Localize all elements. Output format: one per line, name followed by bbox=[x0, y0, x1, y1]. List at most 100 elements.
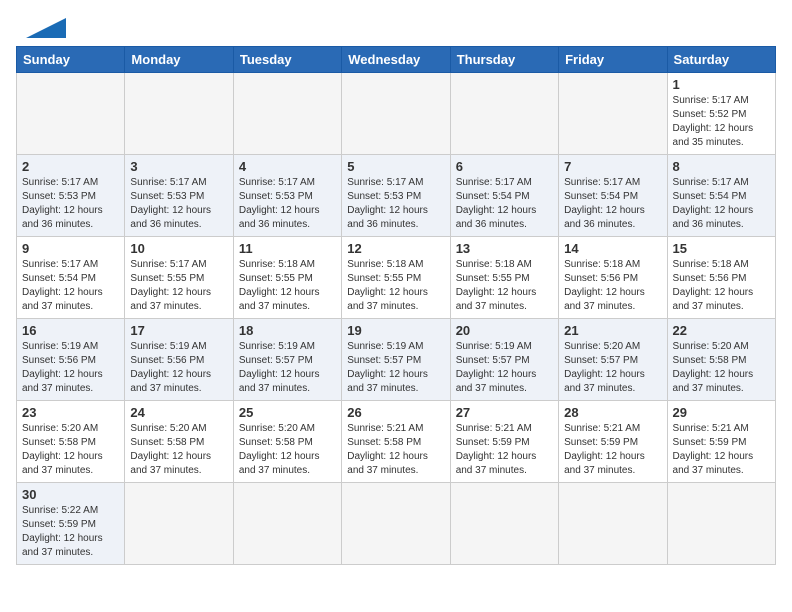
calendar-cell bbox=[667, 483, 775, 565]
day-number: 12 bbox=[347, 241, 444, 256]
day-info: Sunrise: 5:17 AM Sunset: 5:53 PM Dayligh… bbox=[130, 176, 227, 232]
calendar-cell: 28 Sunrise: 5:21 AM Sunset: 5:59 PM Dayli… bbox=[559, 401, 667, 483]
calendar-cell: 11 Sunrise: 5:18 AM Sunset: 5:55 PM Dayli… bbox=[233, 237, 341, 319]
weekday-header-thursday: Thursday bbox=[450, 47, 558, 73]
calendar-cell bbox=[450, 73, 558, 155]
day-number: 15 bbox=[673, 241, 770, 256]
day-info: Sunrise: 5:19 AM Sunset: 5:56 PM Dayligh… bbox=[130, 340, 227, 396]
calendar-cell: 3 Sunrise: 5:17 AM Sunset: 5:53 PM Daylig… bbox=[125, 155, 233, 237]
calendar-cell: 4 Sunrise: 5:17 AM Sunset: 5:53 PM Daylig… bbox=[233, 155, 341, 237]
calendar-cell: 14 Sunrise: 5:18 AM Sunset: 5:56 PM Dayli… bbox=[559, 237, 667, 319]
weekday-header-monday: Monday bbox=[125, 47, 233, 73]
calendar-cell bbox=[450, 483, 558, 565]
day-number: 4 bbox=[239, 159, 336, 174]
calendar-cell: 17 Sunrise: 5:19 AM Sunset: 5:56 PM Dayli… bbox=[125, 319, 233, 401]
calendar-week-row: 30 Sunrise: 5:22 AM Sunset: 5:59 PM Dayli… bbox=[17, 483, 776, 565]
day-info: Sunrise: 5:20 AM Sunset: 5:57 PM Dayligh… bbox=[564, 340, 661, 396]
calendar-cell bbox=[233, 483, 341, 565]
day-number: 22 bbox=[673, 323, 770, 338]
calendar-cell: 29 Sunrise: 5:21 AM Sunset: 5:59 PM Dayli… bbox=[667, 401, 775, 483]
day-info: Sunrise: 5:19 AM Sunset: 5:57 PM Dayligh… bbox=[347, 340, 444, 396]
day-number: 20 bbox=[456, 323, 553, 338]
calendar-cell: 12Sunrise: 5:18 AM Sunset: 5:55 PM Dayli… bbox=[342, 237, 450, 319]
day-number: 1 bbox=[673, 77, 770, 92]
calendar-cell: 16 Sunrise: 5:19 AM Sunset: 5:56 PM Dayli… bbox=[17, 319, 125, 401]
calendar-table: SundayMondayTuesdayWednesdayThursdayFrid… bbox=[16, 46, 776, 565]
day-info: Sunrise: 5:21 AM Sunset: 5:59 PM Dayligh… bbox=[564, 422, 661, 478]
day-info: Sunrise: 5:20 AM Sunset: 5:58 PM Dayligh… bbox=[239, 422, 336, 478]
weekday-header-friday: Friday bbox=[559, 47, 667, 73]
calendar-cell: 9Sunrise: 5:17 AM Sunset: 5:54 PM Daylig… bbox=[17, 237, 125, 319]
day-info: Sunrise: 5:17 AM Sunset: 5:52 PM Dayligh… bbox=[673, 94, 770, 150]
day-number: 26 bbox=[347, 405, 444, 420]
day-number: 17 bbox=[130, 323, 227, 338]
day-number: 29 bbox=[673, 405, 770, 420]
weekday-header-row: SundayMondayTuesdayWednesdayThursdayFrid… bbox=[17, 47, 776, 73]
calendar-cell: 15 Sunrise: 5:18 AM Sunset: 5:56 PM Dayli… bbox=[667, 237, 775, 319]
calendar-cell bbox=[342, 483, 450, 565]
day-number: 24 bbox=[130, 405, 227, 420]
day-info: Sunrise: 5:21 AM Sunset: 5:58 PM Dayligh… bbox=[347, 422, 444, 478]
calendar-cell bbox=[125, 73, 233, 155]
calendar-cell: 27 Sunrise: 5:21 AM Sunset: 5:59 PM Dayli… bbox=[450, 401, 558, 483]
calendar-cell: 13Sunrise: 5:18 AM Sunset: 5:55 PM Dayli… bbox=[450, 237, 558, 319]
calendar-week-row: 1 Sunrise: 5:17 AM Sunset: 5:52 PM Daylig… bbox=[17, 73, 776, 155]
day-info: Sunrise: 5:21 AM Sunset: 5:59 PM Dayligh… bbox=[673, 422, 770, 478]
calendar-cell: 25 Sunrise: 5:20 AM Sunset: 5:58 PM Dayli… bbox=[233, 401, 341, 483]
day-number: 27 bbox=[456, 405, 553, 420]
day-number: 3 bbox=[130, 159, 227, 174]
calendar-cell bbox=[125, 483, 233, 565]
day-info: Sunrise: 5:17 AM Sunset: 5:53 PM Dayligh… bbox=[239, 176, 336, 232]
calendar-cell: 19 Sunrise: 5:19 AM Sunset: 5:57 PM Dayli… bbox=[342, 319, 450, 401]
day-number: 8 bbox=[673, 159, 770, 174]
calendar-week-row: 16 Sunrise: 5:19 AM Sunset: 5:56 PM Dayli… bbox=[17, 319, 776, 401]
day-number: 16 bbox=[22, 323, 119, 338]
day-info: Sunrise: 5:17 AM Sunset: 5:54 PM Dayligh… bbox=[564, 176, 661, 232]
day-info: Sunrise: 5:18 AM Sunset: 5:55 PM Dayligh… bbox=[239, 258, 336, 314]
day-number: 30 bbox=[22, 487, 119, 502]
calendar-cell: 5Sunrise: 5:17 AM Sunset: 5:53 PM Daylig… bbox=[342, 155, 450, 237]
weekday-header-saturday: Saturday bbox=[667, 47, 775, 73]
calendar-cell: 30 Sunrise: 5:22 AM Sunset: 5:59 PM Dayli… bbox=[17, 483, 125, 565]
day-number: 6 bbox=[456, 159, 553, 174]
day-number: 23 bbox=[22, 405, 119, 420]
calendar-header bbox=[16, 16, 776, 38]
calendar-cell: 23Sunrise: 5:20 AM Sunset: 5:58 PM Dayli… bbox=[17, 401, 125, 483]
calendar-cell bbox=[559, 73, 667, 155]
day-number: 11 bbox=[239, 241, 336, 256]
day-info: Sunrise: 5:18 AM Sunset: 5:55 PM Dayligh… bbox=[456, 258, 553, 314]
day-info: Sunrise: 5:19 AM Sunset: 5:56 PM Dayligh… bbox=[22, 340, 119, 396]
calendar-cell bbox=[559, 483, 667, 565]
day-number: 19 bbox=[347, 323, 444, 338]
day-info: Sunrise: 5:22 AM Sunset: 5:59 PM Dayligh… bbox=[22, 504, 119, 560]
calendar-cell: 6Sunrise: 5:17 AM Sunset: 5:54 PM Daylig… bbox=[450, 155, 558, 237]
weekday-header-sunday: Sunday bbox=[17, 47, 125, 73]
day-info: Sunrise: 5:18 AM Sunset: 5:56 PM Dayligh… bbox=[564, 258, 661, 314]
day-info: Sunrise: 5:18 AM Sunset: 5:56 PM Dayligh… bbox=[673, 258, 770, 314]
calendar-cell: 20 Sunrise: 5:19 AM Sunset: 5:57 PM Dayli… bbox=[450, 319, 558, 401]
day-number: 5 bbox=[347, 159, 444, 174]
day-number: 2 bbox=[22, 159, 119, 174]
day-number: 7 bbox=[564, 159, 661, 174]
calendar-cell: 18Sunrise: 5:19 AM Sunset: 5:57 PM Dayli… bbox=[233, 319, 341, 401]
day-info: Sunrise: 5:17 AM Sunset: 5:54 PM Dayligh… bbox=[673, 176, 770, 232]
logo-triangle-icon bbox=[16, 18, 66, 38]
weekday-header-wednesday: Wednesday bbox=[342, 47, 450, 73]
day-number: 28 bbox=[564, 405, 661, 420]
calendar-cell: 8 Sunrise: 5:17 AM Sunset: 5:54 PM Daylig… bbox=[667, 155, 775, 237]
logo bbox=[16, 16, 66, 38]
calendar-cell: 24Sunrise: 5:20 AM Sunset: 5:58 PM Dayli… bbox=[125, 401, 233, 483]
calendar-week-row: 2 Sunrise: 5:17 AM Sunset: 5:53 PM Daylig… bbox=[17, 155, 776, 237]
day-info: Sunrise: 5:19 AM Sunset: 5:57 PM Dayligh… bbox=[456, 340, 553, 396]
day-number: 14 bbox=[564, 241, 661, 256]
day-info: Sunrise: 5:17 AM Sunset: 5:54 PM Dayligh… bbox=[22, 258, 119, 314]
calendar-cell: 7 Sunrise: 5:17 AM Sunset: 5:54 PM Daylig… bbox=[559, 155, 667, 237]
calendar-cell: 22 Sunrise: 5:20 AM Sunset: 5:58 PM Dayli… bbox=[667, 319, 775, 401]
calendar-cell: 2Sunrise: 5:17 AM Sunset: 5:53 PM Daylig… bbox=[17, 155, 125, 237]
day-info: Sunrise: 5:20 AM Sunset: 5:58 PM Dayligh… bbox=[673, 340, 770, 396]
day-number: 25 bbox=[239, 405, 336, 420]
day-number: 10 bbox=[130, 241, 227, 256]
calendar-cell: 10Sunrise: 5:17 AM Sunset: 5:55 PM Dayli… bbox=[125, 237, 233, 319]
calendar-cell: 21Sunrise: 5:20 AM Sunset: 5:57 PM Dayli… bbox=[559, 319, 667, 401]
day-info: Sunrise: 5:21 AM Sunset: 5:59 PM Dayligh… bbox=[456, 422, 553, 478]
